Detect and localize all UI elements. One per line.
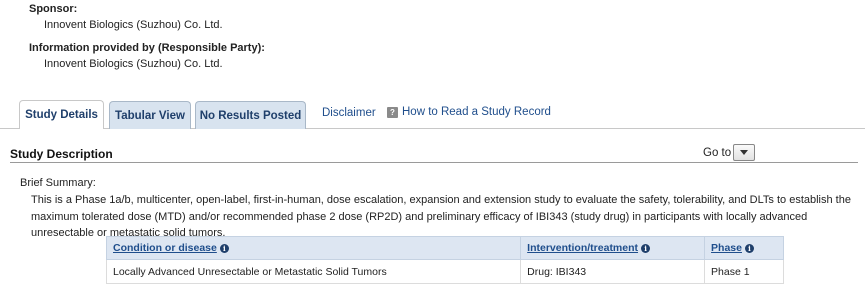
- condition-cell: Locally Advanced Unresectable or Metasta…: [105, 259, 522, 284]
- table-row: Locally Advanced Unresectable or Metasta…: [105, 259, 784, 284]
- info-icon[interactable]: i: [744, 243, 754, 253]
- condition-header: Condition or disease i: [105, 236, 522, 260]
- sponsor-value: Innovent Biologics (Suzhou) Co. Ltd.: [44, 19, 223, 31]
- intervention-cell: Drug: IBI343: [520, 259, 706, 284]
- section-title: Study Description: [10, 147, 113, 161]
- conditions-table: Condition or disease i Intervention/trea…: [105, 236, 784, 284]
- tab-study-details[interactable]: Study Details: [19, 100, 104, 129]
- help-icon: ?: [387, 106, 398, 118]
- brief-summary-label: Brief Summary:: [20, 177, 96, 189]
- info-icon[interactable]: i: [641, 243, 651, 253]
- info-icon[interactable]: i: [219, 243, 229, 253]
- goto-label: Go to: [703, 147, 732, 159]
- disclaimer-link[interactable]: Disclaimer: [322, 107, 376, 119]
- brief-summary-text: This is a Phase 1a/b, multicenter, open-…: [31, 194, 851, 239]
- how-to-read-link[interactable]: How to Read a Study Record: [402, 106, 551, 118]
- how-to-read-link-group[interactable]: ? How to Read a Study Record: [387, 106, 551, 118]
- chevron-down-icon: [740, 150, 748, 155]
- tab-no-results-posted[interactable]: No Results Posted: [195, 101, 306, 129]
- tab-tabular-view[interactable]: Tabular View: [109, 101, 191, 129]
- section-divider: [10, 162, 858, 163]
- condition-header-label[interactable]: Condition or disease: [113, 242, 217, 254]
- phase-header-label[interactable]: Phase: [711, 242, 742, 254]
- sponsor-label: Sponsor:: [29, 3, 78, 15]
- phase-cell: Phase 1: [704, 259, 784, 284]
- intervention-header: Intervention/treatment i: [520, 236, 706, 260]
- table-header-row: Condition or disease i Intervention/trea…: [105, 236, 784, 260]
- goto-dropdown-button[interactable]: [733, 144, 755, 161]
- responsible-party-value: Innovent Biologics (Suzhou) Co. Ltd.: [44, 58, 223, 70]
- phase-header: Phase i: [704, 236, 784, 260]
- intervention-header-label[interactable]: Intervention/treatment: [527, 242, 638, 254]
- responsible-party-label: Information provided by (Responsible Par…: [29, 42, 265, 54]
